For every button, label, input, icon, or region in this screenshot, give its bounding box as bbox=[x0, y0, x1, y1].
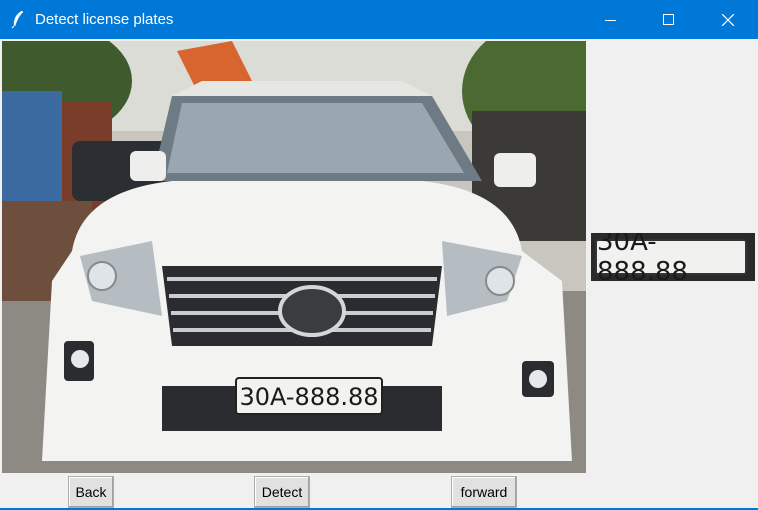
detected-plate-image: 30A-888.88 bbox=[591, 233, 755, 281]
feather-icon bbox=[8, 9, 28, 29]
title-bar[interactable]: Detect license plates bbox=[0, 0, 758, 39]
car-plate-text: 30A-888.88 bbox=[239, 383, 378, 411]
minimize-button[interactable] bbox=[582, 0, 640, 39]
close-button[interactable] bbox=[699, 0, 757, 39]
minimize-icon bbox=[605, 19, 616, 21]
forward-button[interactable]: forward bbox=[451, 476, 517, 508]
close-icon bbox=[722, 13, 734, 26]
maximize-button[interactable] bbox=[640, 0, 698, 39]
window-title: Detect license plates bbox=[35, 11, 174, 28]
car-image: 30A-888.88 bbox=[2, 41, 586, 473]
detect-button[interactable]: Detect bbox=[254, 476, 310, 508]
detected-plate-text: 30A-888.88 bbox=[595, 233, 747, 281]
maximize-icon bbox=[663, 13, 674, 25]
back-button[interactable]: Back bbox=[68, 476, 114, 508]
